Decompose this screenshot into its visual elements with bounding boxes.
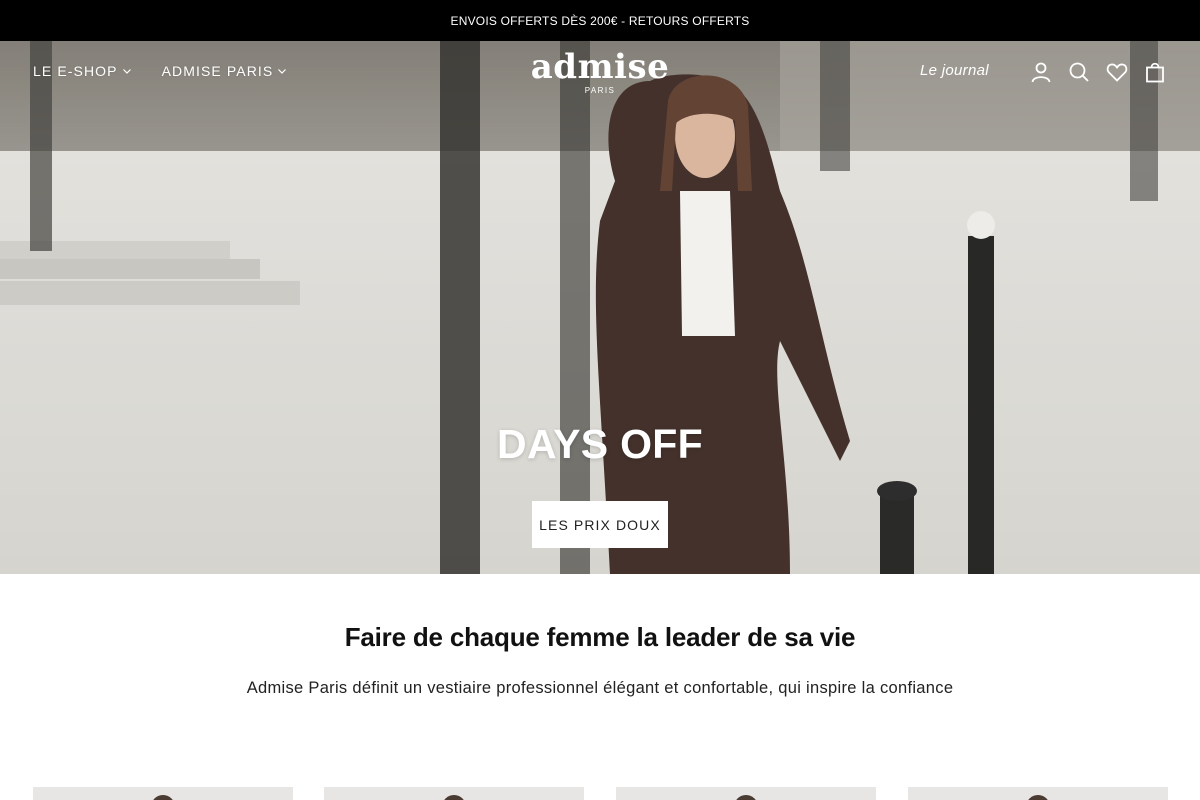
hero-title: DAYS OFF bbox=[497, 421, 703, 467]
intro-text: Admise Paris définit un vestiaire profes… bbox=[246, 679, 954, 697]
brand-logo[interactable]: admise PARIS bbox=[500, 47, 700, 95]
chevron-down-icon bbox=[122, 66, 132, 76]
logo-subtitle: PARIS bbox=[584, 86, 616, 95]
product-card[interactable] bbox=[33, 787, 293, 800]
hero-cta-button[interactable]: LES PRIX DOUX bbox=[532, 501, 668, 548]
main-nav: LE E-SHOP ADMISE PARIS bbox=[33, 63, 287, 79]
nav-admise-paris-label: ADMISE PARIS bbox=[161, 63, 274, 79]
product-image bbox=[442, 795, 466, 800]
journal-link[interactable]: Le journal bbox=[920, 62, 989, 79]
product-card[interactable] bbox=[324, 787, 584, 800]
announcement-bar: ENVOIS OFFERTS DÈS 200€ - RETOURS OFFERT… bbox=[0, 0, 1200, 41]
search-icon[interactable] bbox=[1066, 59, 1092, 85]
header-icons bbox=[1028, 59, 1168, 85]
nav-admise-paris[interactable]: ADMISE PARIS bbox=[162, 63, 288, 79]
announcement-text: ENVOIS OFFERTS DÈS 200€ - RETOURS OFFERT… bbox=[450, 13, 750, 28]
heart-icon[interactable] bbox=[1104, 59, 1130, 85]
product-image bbox=[151, 795, 175, 800]
product-card[interactable] bbox=[616, 787, 876, 800]
nav-eshop[interactable]: LE E-SHOP bbox=[33, 63, 132, 79]
intro-title: Faire de chaque femme la leader de sa vi… bbox=[344, 622, 856, 652]
product-image bbox=[734, 795, 758, 800]
chevron-down-icon bbox=[277, 66, 287, 76]
nav-eshop-label: LE E-SHOP bbox=[33, 63, 118, 79]
product-card[interactable] bbox=[908, 787, 1168, 800]
product-image bbox=[1026, 795, 1050, 800]
hero-photo bbox=[0, 41, 1200, 574]
logo-wordmark: admise bbox=[530, 47, 670, 87]
bag-icon[interactable] bbox=[1142, 59, 1168, 85]
hero-banner: LE E-SHOP ADMISE PARIS admise PARIS Le j… bbox=[0, 41, 1200, 574]
account-icon[interactable] bbox=[1028, 59, 1054, 85]
